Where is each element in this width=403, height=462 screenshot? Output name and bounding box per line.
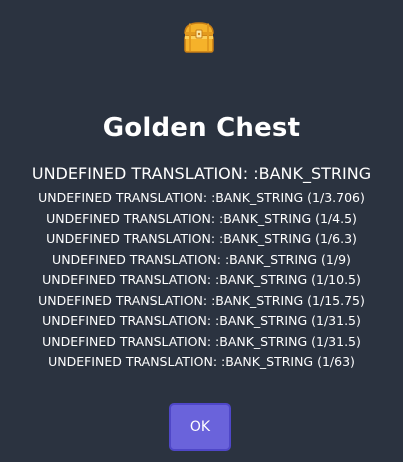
- reward-dialog: Golden Chest UNDEFINED TRANSLATION: :BAN…: [0, 0, 403, 462]
- list-item: UNDEFINED TRANSLATION: :BANK_STRING (1/1…: [42, 272, 361, 287]
- drop-chance-list: UNDEFINED TRANSLATION: :BANK_STRING (1/3…: [0, 188, 403, 373]
- list-item: UNDEFINED TRANSLATION: :BANK_STRING (1/3…: [38, 190, 365, 205]
- list-item: UNDEFINED TRANSLATION: :BANK_STRING (1/1…: [38, 292, 365, 308]
- list-item: UNDEFINED TRANSLATION: :BANK_STRING (1/4…: [46, 210, 357, 226]
- list-item: UNDEFINED TRANSLATION: :BANK_STRING (1/9…: [52, 251, 351, 267]
- list-item: UNDEFINED TRANSLATION: :BANK_STRING (1/3…: [42, 333, 361, 349]
- list-item: UNDEFINED TRANSLATION: :BANK_STRING (1/6…: [48, 354, 355, 369]
- treasure-chest-icon: [180, 18, 218, 56]
- list-item: UNDEFINED TRANSLATION: :BANK_STRING (1/6…: [46, 231, 357, 246]
- dialog-title: Golden Chest: [102, 113, 301, 143]
- dialog-subtitle: UNDEFINED TRANSLATION: :BANK_STRING: [31, 164, 372, 183]
- list-item: UNDEFINED TRANSLATION: :BANK_STRING (1/3…: [42, 313, 361, 328]
- ok-button[interactable]: OK: [169, 403, 231, 451]
